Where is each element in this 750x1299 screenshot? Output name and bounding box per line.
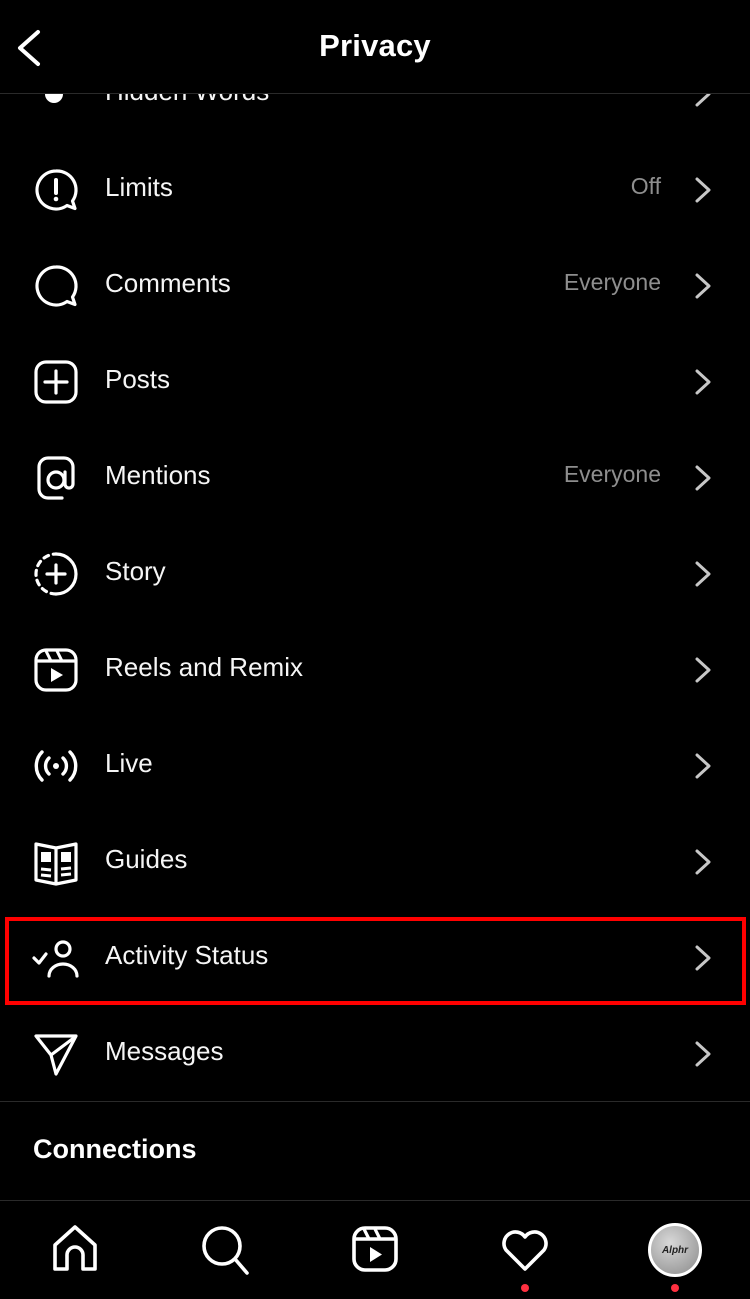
- section-title-connections: Connections: [33, 1134, 197, 1164]
- live-broadcast-icon: [34, 750, 78, 782]
- limits-icon: [35, 169, 78, 211]
- row-live[interactable]: Live: [0, 718, 750, 814]
- row-value: Off: [630, 173, 661, 199]
- row-label: Story: [105, 556, 166, 586]
- row-reels-and-remix[interactable]: Reels and Remix: [0, 622, 750, 718]
- row-messages[interactable]: Messages: [0, 1006, 750, 1102]
- row-comments[interactable]: Comments Everyone: [0, 238, 750, 334]
- chevron-right-icon: [695, 177, 711, 203]
- row-label: Live: [105, 748, 153, 778]
- row-label: Activity Status: [105, 940, 269, 970]
- notification-dot: [521, 1284, 529, 1292]
- row-value: Everyone: [563, 461, 661, 487]
- tab-reels[interactable]: [347, 1221, 403, 1277]
- heart-icon: [502, 1230, 548, 1271]
- at-sign-icon: [37, 456, 75, 500]
- tab-home[interactable]: [47, 1221, 103, 1277]
- bottom-tab-bar: Alphr: [0, 1201, 750, 1299]
- privacy-settings-list: Hidden Words Limits Off Comments Everyon…: [0, 46, 750, 1102]
- comment-icon: [35, 265, 78, 307]
- row-label: Limits: [105, 172, 173, 202]
- chevron-right-icon: [695, 657, 711, 683]
- avatar-text: Alphr: [661, 1244, 689, 1256]
- story-add-icon: [34, 552, 78, 596]
- paper-plane-icon: [34, 1034, 78, 1076]
- navigation-header: Privacy: [0, 0, 750, 94]
- chevron-right-icon: [695, 1041, 711, 1067]
- page-title: Privacy: [319, 28, 431, 63]
- row-guides[interactable]: Guides: [0, 814, 750, 910]
- row-value: Everyone: [563, 269, 661, 295]
- reels-icon: [34, 648, 78, 692]
- row-label: Guides: [105, 844, 188, 874]
- tab-profile-avatar[interactable]: Alphr: [648, 1223, 702, 1277]
- search-icon: [202, 1226, 249, 1275]
- row-story[interactable]: Story: [0, 526, 750, 622]
- reels-icon: [352, 1226, 398, 1272]
- row-mentions[interactable]: Mentions Everyone: [0, 430, 750, 526]
- chevron-right-icon: [695, 561, 711, 587]
- home-icon: [53, 1225, 97, 1271]
- chevron-right-icon: [695, 273, 711, 299]
- notification-dot: [671, 1284, 679, 1292]
- row-limits[interactable]: Limits Off: [0, 142, 750, 238]
- chevron-right-icon: [695, 945, 711, 971]
- guides-book-icon: [34, 842, 78, 886]
- row-label: Comments: [105, 268, 231, 298]
- chevron-right-icon: [695, 369, 711, 395]
- divider: [0, 1101, 750, 1102]
- tab-search[interactable]: [197, 1221, 253, 1277]
- row-activity-status[interactable]: Activity Status: [0, 910, 750, 1006]
- chevron-right-icon: [695, 465, 711, 491]
- plus-square-icon: [34, 360, 78, 404]
- row-posts[interactable]: Posts: [0, 334, 750, 430]
- row-label: Mentions: [105, 460, 211, 490]
- row-label: Messages: [105, 1036, 224, 1066]
- row-label: Posts: [105, 364, 171, 394]
- chevron-right-icon: [695, 849, 711, 875]
- tab-activity[interactable]: [497, 1221, 553, 1277]
- chevron-right-icon: [695, 753, 711, 779]
- row-label: Reels and Remix: [105, 652, 303, 682]
- activity-status-icon: [32, 940, 79, 978]
